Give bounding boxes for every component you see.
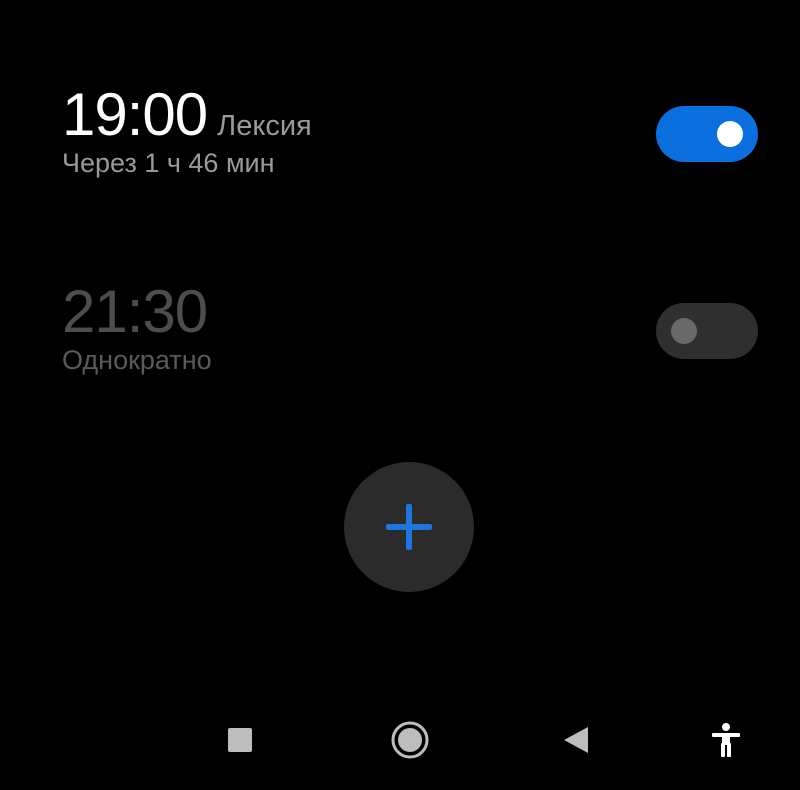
alarm-item[interactable]: 21:30 Однократно: [0, 277, 800, 427]
toggle-knob: [671, 318, 697, 344]
triangle-back-icon: [564, 727, 588, 753]
add-alarm-button[interactable]: [344, 462, 474, 592]
back-button[interactable]: [550, 714, 602, 766]
alarm-time-row: 21:30: [62, 277, 208, 347]
accessibility-icon: [712, 723, 740, 757]
plus-icon: [386, 504, 432, 550]
alarm-subtitle: Через 1 ч 46 мин: [62, 148, 275, 178]
alarm-toggle[interactable]: [656, 106, 758, 162]
alarm-time: 19:00: [62, 81, 208, 148]
alarm-item[interactable]: 19:00 Лексия Через 1 ч 46 мин: [0, 80, 800, 230]
home-button[interactable]: [384, 714, 436, 766]
alarm-time: 21:30: [62, 278, 208, 345]
alarm-subtitle: Однократно: [62, 345, 212, 375]
accessibility-button[interactable]: [700, 714, 752, 766]
alarm-label: Лексия: [217, 110, 312, 142]
toggle-knob: [717, 121, 743, 147]
alarm-toggle[interactable]: [656, 303, 758, 359]
navigation-bar: [0, 700, 800, 780]
alarm-time-row: 19:00 Лексия: [62, 80, 312, 150]
square-icon: [228, 728, 252, 752]
recents-button[interactable]: [214, 714, 266, 766]
circle-icon: [391, 721, 429, 759]
